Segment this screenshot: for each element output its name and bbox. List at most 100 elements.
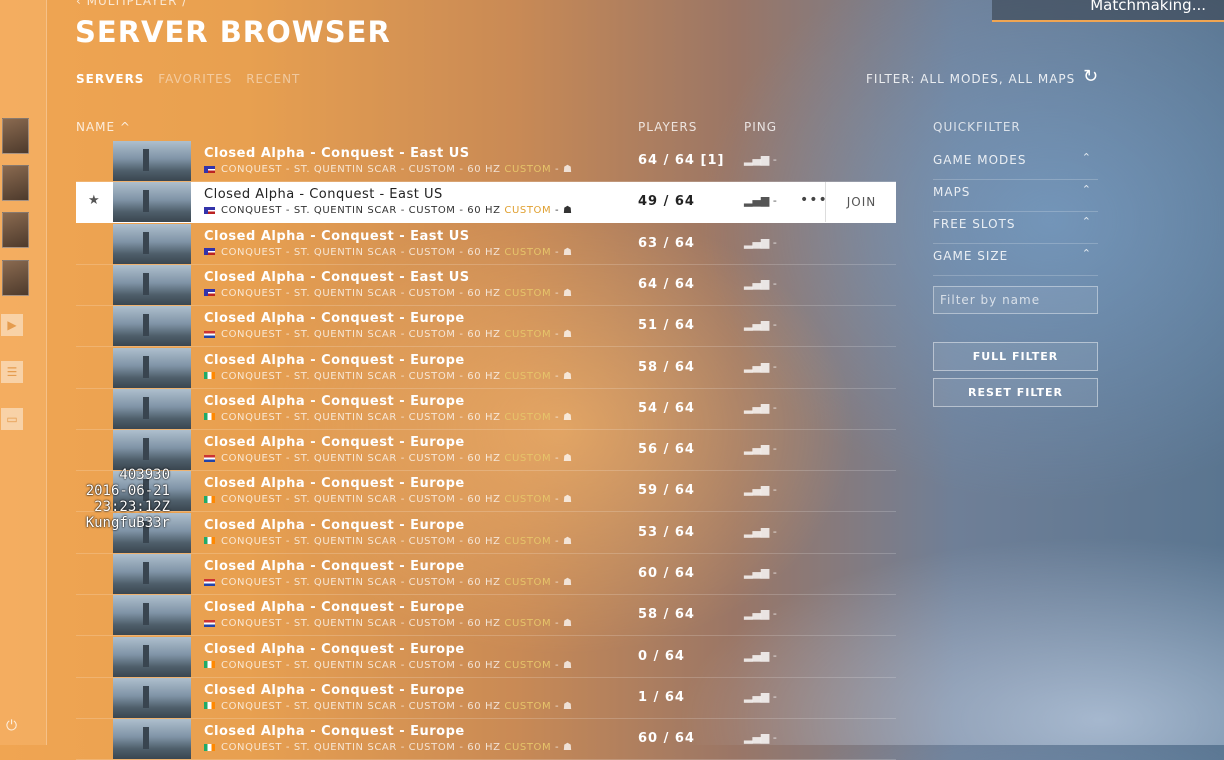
tab-bar: SERVERS FAVORITES RECENT [76, 72, 309, 86]
custom-tag: CUSTOM [504, 370, 552, 382]
more-options-icon[interactable]: ••• [800, 192, 828, 208]
server-details: CONQUEST - ST. QUENTIN SCAR - CUSTOM - 6… [204, 205, 573, 216]
server-row[interactable]: Closed Alpha - Conquest - Europe CONQUEST… [76, 554, 896, 595]
quickfilter-free-slots[interactable]: FREE SLOTS ⌃ [933, 211, 1098, 244]
server-details: CONQUEST - ST. QUENTIN SCAR - CUSTOM - 6… [204, 742, 573, 753]
server-details: CONQUEST - ST. QUENTIN SCAR - CUSTOM - 6… [204, 371, 573, 382]
server-row[interactable]: Closed Alpha - Conquest - East US CONQUES… [76, 264, 896, 306]
server-row[interactable]: Closed Alpha - Conquest - Europe CONQUEST… [76, 430, 896, 472]
server-row[interactable]: ★ Closed Alpha - Conquest - East US CONQUE… [76, 182, 897, 224]
region-flag-icon [204, 330, 215, 338]
custom-tag: CUSTOM [504, 577, 552, 588]
back-chevron-icon[interactable]: ‹ [76, 0, 82, 8]
map-thumbnail [113, 182, 191, 223]
overlay-line: KungfuB33r [85, 515, 170, 531]
server-name: Closed Alpha - Conquest - Europe [204, 641, 465, 657]
server-row[interactable]: Closed Alpha - Conquest - Europe CONQUEST… [76, 677, 896, 719]
friend-avatar[interactable] [2, 165, 29, 201]
rank-badge-icon: - ☗ [555, 535, 573, 547]
server-name: Closed Alpha - Conquest - Europe [204, 600, 465, 616]
filter-summary[interactable]: FILTER: ALL MODES, ALL MAPS [866, 72, 1075, 86]
friend-avatar[interactable] [2, 212, 29, 248]
server-row[interactable]: Closed Alpha - Conquest - Europe CONQUEST… [76, 719, 896, 760]
server-details: CONQUEST - ST. QUENTIN SCAR - CUSTOM - 6… [204, 660, 573, 671]
server-row[interactable]: Closed Alpha - Conquest - Europe CONQUEST… [76, 512, 896, 554]
rank-badge-icon: - ☗ [555, 329, 573, 341]
custom-tag: CUSTOM [504, 453, 552, 465]
quickfilter-game-modes[interactable]: GAME MODES ⌃ [933, 147, 1098, 180]
rank-badge-icon: - ☗ [555, 287, 573, 299]
column-header-ping[interactable]: PING [744, 120, 777, 134]
server-name: Closed Alpha - Conquest - Europe [204, 352, 465, 368]
player-count: 60 / 64 [638, 731, 695, 747]
filter-by-name-input[interactable] [933, 286, 1098, 314]
map-thumbnail [113, 347, 191, 388]
server-mode-map: CONQUEST - ST. QUENTIN SCAR - CUSTOM - 6… [221, 659, 501, 671]
server-row[interactable]: Closed Alpha - Conquest - Europe CONQUEST… [76, 347, 896, 389]
server-name: Closed Alpha - Conquest - Europe [204, 435, 465, 451]
friend-avatar[interactable] [2, 260, 29, 296]
server-details: CONQUEST - ST. QUENTIN SCAR - CUSTOM - 6… [204, 329, 573, 340]
reset-filter-button[interactable]: RESET FILTER [933, 378, 1098, 407]
play-icon[interactable]: ▶ [1, 314, 23, 336]
server-row[interactable]: Closed Alpha - Conquest - Europe CONQUEST… [76, 471, 896, 513]
server-name: Closed Alpha - Conquest - East US [204, 146, 470, 161]
server-row[interactable]: Closed Alpha - Conquest - Europe CONQUEST… [76, 636, 896, 678]
map-thumbnail [113, 306, 191, 347]
join-button[interactable]: JOIN [825, 182, 897, 223]
column-header-players[interactable]: PLAYERS [638, 120, 697, 134]
region-flag-icon [204, 495, 215, 503]
column-header-name[interactable]: NAME ^ [76, 120, 131, 134]
server-row[interactable]: Closed Alpha - Conquest - Europe CONQUEST… [76, 595, 896, 637]
custom-tag: CUSTOM [504, 205, 552, 217]
refresh-icon[interactable]: ↻ [1083, 66, 1098, 87]
region-flag-icon [204, 206, 215, 214]
server-row[interactable]: Closed Alpha - Conquest - Europe CONQUEST… [76, 388, 896, 430]
list-icon[interactable]: ☰ [1, 361, 23, 383]
rank-badge-icon: - ☗ [555, 205, 573, 217]
server-mode-map: CONQUEST - ST. QUENTIN SCAR - CUSTOM - 6… [221, 164, 501, 175]
server-row[interactable]: Closed Alpha - Conquest - Europe CONQUEST… [76, 306, 896, 348]
server-row[interactable]: Closed Alpha - Conquest - East US CONQUES… [76, 223, 896, 265]
page-title: SERVER BROWSER [75, 15, 391, 49]
map-thumbnail [113, 430, 191, 471]
inbox-icon[interactable]: ▭ [1, 408, 23, 430]
overlay-line: 403930 [119, 467, 170, 483]
friend-avatar[interactable] [2, 118, 29, 154]
player-count: 49 / 64 [638, 194, 695, 210]
overlay-line: 2016-06-21 [85, 483, 170, 499]
custom-tag: CUSTOM [504, 287, 552, 299]
power-icon[interactable]: ⏻ [6, 718, 17, 734]
custom-tag: CUSTOM [504, 618, 552, 630]
tab-favorites[interactable]: FAVORITES [158, 72, 232, 86]
matchmaking-status[interactable]: Matchmaking... [992, 0, 1224, 22]
server-mode-map: CONQUEST - ST. QUENTIN SCAR - CUSTOM - 6… [221, 370, 501, 382]
quickfilter-label: GAME SIZE [933, 249, 1009, 263]
quickfilter-game-size[interactable]: GAME SIZE ⌃ [933, 243, 1098, 276]
player-count: 51 / 64 [638, 318, 695, 334]
tab-recent[interactable]: RECENT [246, 72, 300, 86]
full-filter-button[interactable]: FULL FILTER [933, 342, 1098, 371]
custom-tag: CUSTOM [504, 742, 552, 754]
server-mode-map: CONQUEST - ST. QUENTIN SCAR - CUSTOM - 6… [221, 618, 501, 630]
player-count: 63 / 64 [638, 235, 695, 251]
rank-badge-icon: - ☗ [555, 742, 573, 754]
map-thumbnail [113, 388, 191, 429]
rank-badge-icon: - ☗ [555, 453, 573, 465]
region-flag-icon [204, 537, 215, 545]
server-details: CONQUEST - ST. QUENTIN SCAR - CUSTOM - 6… [204, 577, 573, 588]
chevron-up-icon: ⌃ [1081, 247, 1092, 260]
server-mode-map: CONQUEST - ST. QUENTIN SCAR - CUSTOM - 6… [221, 535, 501, 547]
server-name: Closed Alpha - Conquest - East US [204, 228, 470, 244]
tab-servers[interactable]: SERVERS [76, 72, 144, 86]
quickfilter-maps[interactable]: MAPS ⌃ [933, 179, 1098, 212]
server-name: Closed Alpha - Conquest - East US [204, 269, 470, 285]
favorite-star-icon[interactable]: ★ [88, 193, 100, 208]
breadcrumb-label[interactable]: MULTIPLAYER / [87, 0, 188, 8]
ping-signal-icon: ▂▄▆ - [744, 276, 777, 290]
server-row[interactable]: Closed Alpha - Conquest - East US CONQUES… [76, 141, 896, 182]
ping-signal-icon: ▂▄▆ - [744, 566, 777, 579]
ping-signal-icon: ▂▄▆ - [744, 483, 777, 497]
breadcrumb[interactable]: ‹ MULTIPLAYER / [76, 0, 187, 8]
server-details: CONQUEST - ST. QUENTIN SCAR - CUSTOM - 6… [204, 618, 573, 629]
